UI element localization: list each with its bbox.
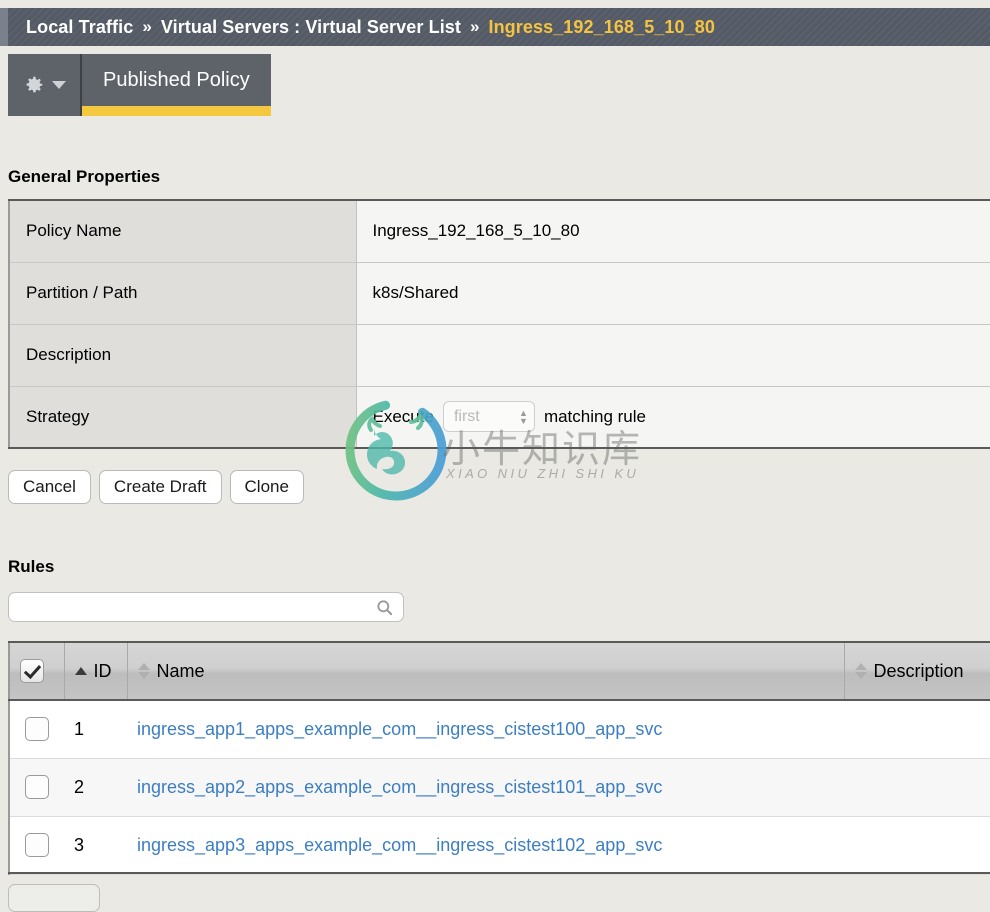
- table-row: Description: [9, 324, 990, 387]
- sort-toggle-icon: [137, 663, 150, 679]
- rule-id: 2: [64, 758, 127, 817]
- rule-name-link[interactable]: ingress_app1_apps_example_com__ingress_c…: [137, 719, 662, 739]
- breadcrumb-item-virtual-servers[interactable]: Virtual Servers : Virtual Server List: [161, 17, 461, 38]
- policy-name-value: Ingress_192_168_5_10_80: [356, 200, 990, 263]
- rule-name-cell: ingress_app1_apps_example_com__ingress_c…: [127, 700, 844, 759]
- watermark-text-en: XIAO NIU ZHI SHI KU: [446, 466, 640, 481]
- strategy-label: Strategy: [9, 386, 357, 448]
- table-row: Partition / Path k8s/Shared: [9, 262, 990, 325]
- rules-table-header-row: ID Name Description: [9, 641, 990, 701]
- clone-button[interactable]: Clone: [229, 470, 304, 504]
- table-row: 1 ingress_app1_apps_example_com__ingress…: [9, 700, 990, 759]
- stepper-arrows-icon[interactable]: ▲ ▼: [519, 408, 528, 425]
- description-value: [356, 324, 990, 387]
- general-properties-heading: General Properties: [8, 167, 161, 186]
- strategy-value: Execute first ▲ ▼ matching rule: [356, 386, 990, 448]
- description-label: Description: [9, 324, 357, 387]
- select-all-header: [9, 641, 65, 701]
- column-header-description[interactable]: Description: [844, 641, 990, 701]
- action-button-row: Cancel Create Draft Clone: [8, 470, 304, 504]
- strategy-suffix-text: matching rule: [543, 406, 646, 426]
- column-header-name[interactable]: Name: [127, 641, 845, 701]
- column-header-id[interactable]: ID: [64, 641, 128, 701]
- column-header-id-label: ID: [93, 660, 112, 681]
- rules-search-box[interactable]: [8, 592, 404, 622]
- column-header-description-label: Description: [873, 660, 964, 681]
- rules-heading: Rules: [8, 557, 55, 576]
- breadcrumb-separator: »: [470, 17, 480, 36]
- breadcrumb-separator: »: [142, 17, 152, 36]
- table-row: Policy Name Ingress_192_168_5_10_80: [9, 200, 990, 263]
- rule-description: [844, 700, 990, 759]
- row-select-cell: [9, 700, 64, 759]
- rule-id: 1: [64, 700, 127, 759]
- tab-strip: Published Policy: [8, 54, 271, 116]
- table-row: 3 ingress_app3_apps_example_com__ingress…: [9, 816, 990, 875]
- select-all-checkbox[interactable]: [20, 659, 44, 683]
- settings-menu-button[interactable]: [8, 54, 80, 116]
- rule-name-cell: ingress_app3_apps_example_com__ingress_c…: [127, 816, 844, 875]
- partition-path-value: k8s/Shared: [356, 262, 990, 325]
- rule-description: [844, 758, 990, 817]
- tab-published-policy-label: Published Policy: [103, 69, 250, 91]
- rule-description: [844, 816, 990, 875]
- strategy-prefix-text: Execute: [372, 406, 434, 426]
- gear-icon: [23, 74, 45, 96]
- breadcrumb-item-current: Ingress_192_168_5_10_80: [488, 16, 715, 37]
- rule-name-link[interactable]: ingress_app3_apps_example_com__ingress_c…: [137, 835, 662, 855]
- sort-toggle-icon: [854, 663, 867, 679]
- create-draft-button[interactable]: Create Draft: [98, 470, 222, 504]
- breadcrumb-item-local-traffic[interactable]: Local Traffic: [26, 17, 133, 38]
- rule-name-link[interactable]: ingress_app2_apps_example_com__ingress_c…: [137, 777, 662, 797]
- column-header-name-label: Name: [156, 660, 205, 681]
- sort-ascending-icon: [74, 667, 87, 675]
- row-select-cell: [9, 758, 64, 817]
- rules-table: ID Name Description 1 ingress_app1_apps_…: [8, 641, 990, 875]
- strategy-stepper[interactable]: first ▲ ▼: [442, 401, 535, 433]
- table-row: Strategy Execute first ▲ ▼ matching rule: [9, 386, 990, 448]
- rules-table-bottom-border: [8, 872, 990, 874]
- chevron-down-icon: [51, 81, 66, 89]
- tab-published-policy[interactable]: Published Policy: [80, 54, 271, 116]
- policy-name-label: Policy Name: [9, 200, 357, 263]
- row-select-cell: [9, 816, 64, 875]
- rules-footer-button[interactable]: [8, 884, 100, 912]
- table-row: 2 ingress_app2_apps_example_com__ingress…: [9, 758, 990, 817]
- general-properties-table: Policy Name Ingress_192_168_5_10_80 Part…: [8, 199, 990, 449]
- rule-name-cell: ingress_app2_apps_example_com__ingress_c…: [127, 758, 844, 817]
- row-checkbox[interactable]: [25, 717, 49, 742]
- tab-active-indicator: [82, 106, 271, 116]
- partition-path-label: Partition / Path: [9, 262, 357, 325]
- breadcrumb: Local Traffic » Virtual Servers : Virtua…: [0, 8, 990, 46]
- row-checkbox[interactable]: [25, 833, 49, 857]
- search-icon[interactable]: [375, 598, 394, 617]
- rule-id: 3: [64, 816, 127, 875]
- strategy-stepper-value: first: [453, 407, 480, 425]
- chevron-down-icon[interactable]: ▼: [519, 416, 528, 425]
- row-checkbox[interactable]: [25, 775, 49, 799]
- search-input[interactable]: [9, 593, 375, 621]
- cancel-button[interactable]: Cancel: [8, 470, 91, 504]
